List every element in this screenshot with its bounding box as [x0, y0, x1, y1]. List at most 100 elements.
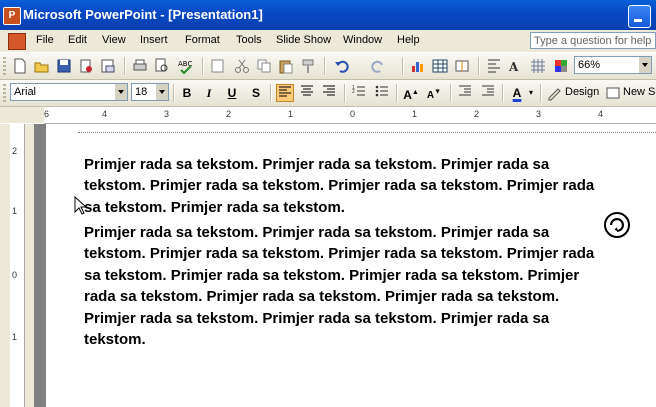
italic-button[interactable]: I: [200, 84, 218, 102]
print-icon[interactable]: [132, 58, 148, 74]
ruler-label: 1: [12, 332, 18, 342]
align-left-button[interactable]: [276, 84, 294, 102]
ruler-label: 2: [226, 109, 232, 119]
chevron-down-icon[interactable]: [115, 84, 127, 100]
ruler-label: 3: [164, 109, 170, 119]
undo-icon[interactable]: [334, 58, 350, 74]
slide-edge: [34, 124, 46, 407]
grid-icon[interactable]: [530, 58, 546, 74]
menu-view[interactable]: View: [102, 34, 126, 46]
decrease-indent-button[interactable]: [456, 84, 474, 102]
app-icon[interactable]: P: [3, 7, 21, 25]
ruler-label: 4: [598, 109, 604, 119]
ruler-label: 2: [474, 109, 480, 119]
text-paragraph-1[interactable]: Primjer rada sa tekstom. Primjer rada sa…: [84, 154, 644, 218]
open-icon[interactable]: [34, 58, 50, 74]
increase-indent-button[interactable]: [479, 84, 497, 102]
chevron-down-icon[interactable]: [639, 57, 651, 73]
separator: [402, 57, 404, 75]
menu-file[interactable]: File: [36, 34, 54, 46]
menu-edit[interactable]: Edit: [68, 34, 87, 46]
paste-icon[interactable]: [278, 58, 294, 74]
font-size-select[interactable]: 18: [131, 83, 169, 101]
copy-icon[interactable]: [256, 58, 272, 74]
svg-text:2: 2: [352, 89, 355, 95]
color-grayscale-icon[interactable]: [553, 58, 569, 74]
align-center-button[interactable]: [298, 84, 316, 102]
text-line: rada sa tekstom. Primjer rada sa tekstom…: [84, 288, 560, 306]
document-icon[interactable]: [8, 33, 26, 50]
numbering-button[interactable]: 12: [350, 84, 368, 102]
font-select[interactable]: Arial: [10, 83, 128, 101]
toolbar-grip[interactable]: [3, 84, 6, 102]
bullets-button[interactable]: [373, 84, 391, 102]
minimize-button[interactable]: [628, 5, 651, 28]
table-icon[interactable]: [432, 58, 448, 74]
new-slide-button[interactable]: New Sli: [623, 86, 656, 98]
text-line: tekstom. Primjer rada sa tekstom. Primje…: [84, 245, 595, 263]
svg-text:A: A: [508, 60, 519, 74]
expand-icon[interactable]: [486, 58, 502, 74]
permission-icon[interactable]: [78, 58, 94, 74]
menu-window[interactable]: Window: [343, 34, 382, 46]
new-slide-icon[interactable]: [606, 85, 620, 101]
ruler-label: 2: [12, 146, 18, 156]
research-icon[interactable]: [210, 58, 226, 74]
font-color-icon: A: [512, 86, 522, 100]
separator: [344, 84, 346, 102]
menu-slide-show[interactable]: Slide Show: [276, 34, 331, 46]
menu-tools[interactable]: Tools: [236, 34, 262, 46]
menu-format[interactable]: Format: [185, 34, 220, 46]
underline-button[interactable]: U: [223, 84, 241, 102]
rotate-handle-icon[interactable]: [604, 212, 630, 238]
toolbar-grip[interactable]: [3, 57, 6, 75]
new-icon[interactable]: [12, 58, 28, 74]
redo-icon[interactable]: [370, 58, 386, 74]
chart-icon[interactable]: [410, 58, 426, 74]
ruler-label: 6: [44, 109, 50, 119]
text-paragraph-2[interactable]: Primjer rada sa tekstom. Primjer rada sa…: [84, 222, 644, 350]
zoom-select[interactable]: 66%: [574, 56, 652, 74]
align-right-icon: [323, 85, 335, 96]
text-line: Primjer rada sa tekstom. Primjer rada sa…: [84, 224, 550, 241]
ruler-label: 0: [12, 270, 18, 280]
text-line: Primjer rada sa tekstom. Primjer rada sa…: [84, 156, 550, 173]
placeholder-border: [78, 132, 656, 133]
font-color-button[interactable]: A: [508, 84, 526, 102]
align-right-button[interactable]: [320, 84, 338, 102]
decrease-font-button[interactable]: A▼: [425, 84, 443, 102]
align-center-icon: [301, 85, 313, 96]
email-icon[interactable]: [100, 58, 116, 74]
help-search-input[interactable]: Type a question for help: [530, 32, 656, 49]
save-icon[interactable]: [56, 58, 72, 74]
show-formatting-icon[interactable]: A: [508, 58, 524, 74]
decrease-font-icon: A▼: [426, 89, 442, 102]
slide-canvas[interactable]: Primjer rada sa tekstom. Primjer rada sa…: [46, 124, 656, 407]
design-icon[interactable]: [547, 85, 561, 101]
separator: [173, 84, 175, 102]
cut-icon[interactable]: [234, 58, 250, 74]
shadow-button[interactable]: S: [247, 84, 265, 102]
separator: [540, 84, 542, 102]
increase-font-icon: A▲: [403, 88, 419, 102]
decrease-indent-icon: [459, 85, 471, 96]
print-preview-icon[interactable]: [154, 58, 170, 74]
menu-help[interactable]: Help: [397, 34, 420, 46]
font-color-dropdown[interactable]: ▾: [526, 84, 536, 102]
menu-insert[interactable]: Insert: [140, 34, 168, 46]
numbering-icon: 12: [352, 85, 365, 96]
bold-button[interactable]: B: [178, 84, 196, 102]
design-button[interactable]: Design: [565, 86, 599, 98]
ruler-label: 1: [412, 109, 418, 119]
separator: [324, 57, 326, 75]
chevron-down-icon[interactable]: [156, 84, 168, 100]
separator: [450, 84, 452, 102]
text-line: sa tekstom. Primjer rada sa tekstom.: [84, 198, 345, 216]
horizontal-ruler[interactable]: 6 4 3 2 1 0 1 2 3 4: [44, 107, 656, 124]
spelling-icon[interactable]: ABC: [178, 58, 194, 74]
ruler-corner: [0, 107, 44, 123]
tables-borders-icon[interactable]: [454, 58, 470, 74]
format-painter-icon[interactable]: [300, 58, 316, 74]
increase-font-button[interactable]: A▲: [402, 84, 420, 102]
vertical-ruler[interactable]: 2 1 0 1: [10, 124, 25, 407]
